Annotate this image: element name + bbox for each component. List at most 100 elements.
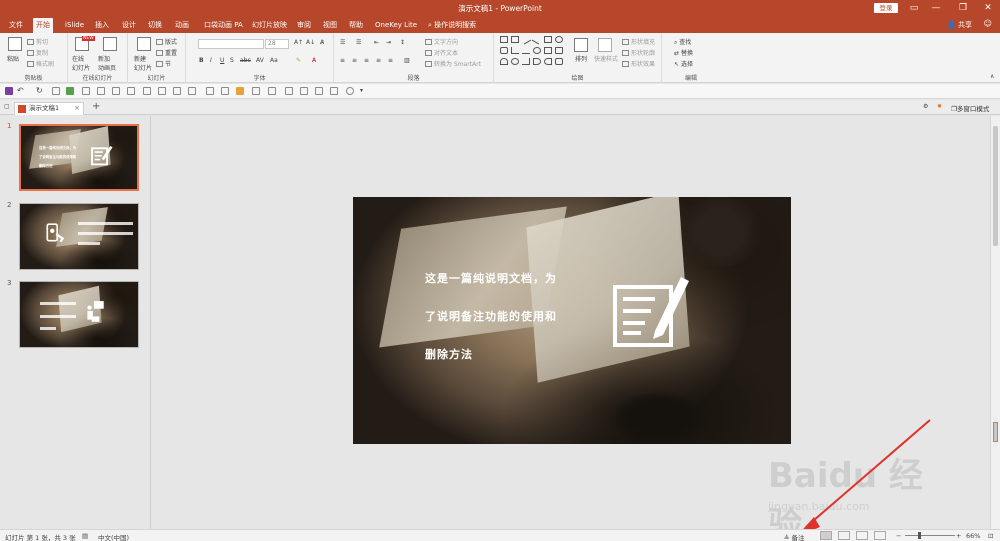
underline-icon[interactable]: U	[220, 57, 224, 64]
spellcheck-icon[interactable]: ▤	[82, 532, 88, 540]
connector-shape-icon[interactable]	[522, 58, 530, 65]
redo-icon[interactable]: ↻	[36, 86, 43, 95]
brace-shape-icon[interactable]	[544, 58, 552, 65]
tab-animations[interactable]: 动画	[172, 19, 192, 33]
reading-view-button[interactable]	[856, 531, 868, 540]
tab-file[interactable]: 文件	[6, 19, 26, 33]
orange-toolbar-icon[interactable]	[236, 87, 244, 95]
scrollbar-thumb[interactable]	[993, 126, 998, 246]
tab-design[interactable]: 设计	[119, 19, 139, 33]
find-button[interactable]: ⌕ 查找	[674, 37, 691, 47]
close-tab-icon[interactable]: ×	[74, 103, 80, 114]
oval-shape-icon[interactable]	[533, 47, 541, 54]
shape-effect-button[interactable]: 形状效果	[622, 59, 655, 68]
clear-format-icon[interactable]: A̷	[320, 39, 324, 46]
numbering-icon[interactable]: ☰	[356, 39, 361, 46]
text-direction-button[interactable]: 文字方向	[425, 37, 458, 46]
grow-font-icon[interactable]: A↑	[294, 39, 303, 46]
curve-shape-icon[interactable]	[511, 58, 519, 65]
slide-body-text-line-2[interactable]: 了说明备注功能的使用和	[425, 308, 557, 324]
zoom-slider[interactable]	[905, 535, 955, 536]
zoom-in-button[interactable]: +	[956, 532, 961, 540]
tab-insert[interactable]: 插入	[92, 19, 112, 33]
section-button[interactable]: 节	[156, 59, 171, 68]
align-center-icon[interactable]: ≡	[352, 57, 357, 64]
line-shape-icon[interactable]	[531, 34, 543, 45]
arc-shape-icon[interactable]	[500, 58, 508, 65]
slide-thumbnail-3[interactable]	[19, 281, 139, 348]
customize-qat-icon[interactable]: ▾	[360, 87, 363, 94]
bold-icon[interactable]: B	[199, 57, 204, 64]
toolbar-icon[interactable]	[268, 87, 276, 95]
zoom-level[interactable]: 66%	[966, 532, 980, 540]
align-left-icon[interactable]: ≡	[340, 57, 345, 64]
strikethrough-icon[interactable]: abc	[240, 57, 251, 64]
green-arrow-icon[interactable]	[66, 87, 74, 95]
rectangle-shape-icon[interactable]	[511, 36, 519, 43]
shrink-font-icon[interactable]: A↓	[306, 39, 315, 46]
toolbar-icon[interactable]	[300, 87, 308, 95]
new-slide-button[interactable]: 新建 幻灯片	[134, 54, 152, 72]
align-text-button[interactable]: 对齐文本	[425, 48, 458, 57]
toolbar-icon[interactable]	[82, 87, 90, 95]
vertical-scrollbar[interactable]	[990, 116, 1000, 529]
shapes-gallery[interactable]	[500, 34, 570, 68]
format-painter-button[interactable]: 格式刷	[27, 59, 54, 68]
distribute-icon[interactable]: ≡	[388, 57, 393, 64]
notes-button[interactable]: ≜ 备注	[784, 532, 805, 541]
change-case-icon[interactable]: Aa	[270, 57, 278, 64]
rectangle-shape-icon[interactable]	[544, 47, 552, 54]
slideshow-view-button[interactable]	[874, 531, 886, 540]
toolbar-icon[interactable]	[173, 87, 181, 95]
arrange-button[interactable]: 排列	[575, 54, 587, 63]
minimize-button[interactable]: —	[926, 2, 946, 14]
toolbar-icon[interactable]	[221, 87, 229, 95]
tab-slideshow[interactable]: 幻灯片放映	[249, 19, 290, 33]
rectangle-shape-icon[interactable]	[500, 36, 508, 43]
tab-review[interactable]: 审阅	[294, 19, 314, 33]
toolbar-icon[interactable]	[346, 87, 354, 95]
shape-fill-button[interactable]: 形状填充	[622, 37, 655, 46]
gear-icon[interactable]: ✹	[937, 103, 942, 110]
restore-button[interactable]: ❐	[953, 2, 973, 14]
slide-body-text-line-3[interactable]: 删除方法	[425, 346, 473, 362]
align-right-icon[interactable]: ≡	[364, 57, 369, 64]
tab-pocket-animation[interactable]: 口袋动画 PA	[201, 19, 246, 33]
new-animation-page-icon[interactable]	[103, 37, 117, 51]
slide-body-text-line-1[interactable]: 这是一篇纯说明文档，为	[425, 270, 557, 286]
scroll-position-marker[interactable]	[993, 422, 998, 442]
fit-to-window-icon[interactable]: ⊡	[988, 532, 993, 540]
tab-transitions[interactable]: 切换	[145, 19, 165, 33]
toolbar-icon[interactable]	[112, 87, 120, 95]
columns-icon[interactable]: ▥	[404, 57, 410, 64]
normal-view-button[interactable]	[820, 531, 832, 540]
select-button[interactable]: ↖ 选择	[674, 59, 693, 68]
oval-shape-icon[interactable]	[555, 36, 563, 43]
tab-settings-icon[interactable]: ⚙	[923, 103, 928, 110]
rounded-rect-shape-icon[interactable]	[500, 47, 508, 54]
shadow-icon[interactable]: S	[230, 57, 234, 64]
copy-button[interactable]: 复制	[27, 48, 48, 57]
font-size-input[interactable]: 28	[265, 39, 289, 49]
new-animation-page-button[interactable]: 新加 动画页	[98, 54, 116, 72]
zoom-slider-knob[interactable]	[918, 532, 921, 539]
paste-icon[interactable]	[8, 37, 22, 51]
bullets-icon[interactable]: ☰	[340, 39, 345, 46]
toolbar-icon[interactable]	[143, 87, 151, 95]
undo-icon[interactable]: ↶	[17, 86, 24, 95]
online-slides-button[interactable]: 在线 幻灯片	[72, 54, 90, 72]
layout-button[interactable]: 版式	[156, 37, 177, 46]
font-color-icon[interactable]: A	[312, 57, 316, 64]
save-icon[interactable]	[5, 87, 13, 95]
line-shape-icon[interactable]	[522, 47, 530, 54]
toolbar-icon[interactable]	[127, 87, 135, 95]
tell-me-search[interactable]: ⌕ 操作说明搜索	[425, 19, 479, 33]
line-spacing-icon[interactable]: ↕	[400, 39, 405, 46]
toolbar-icon[interactable]	[330, 87, 338, 95]
start-slideshow-icon[interactable]	[52, 87, 60, 95]
font-name-input[interactable]	[198, 39, 264, 49]
toolbar-icon[interactable]	[158, 87, 166, 95]
quick-styles-button[interactable]: 快速样式	[594, 54, 618, 63]
justify-icon[interactable]: ≡	[376, 57, 381, 64]
zoom-out-button[interactable]: −	[896, 532, 901, 540]
